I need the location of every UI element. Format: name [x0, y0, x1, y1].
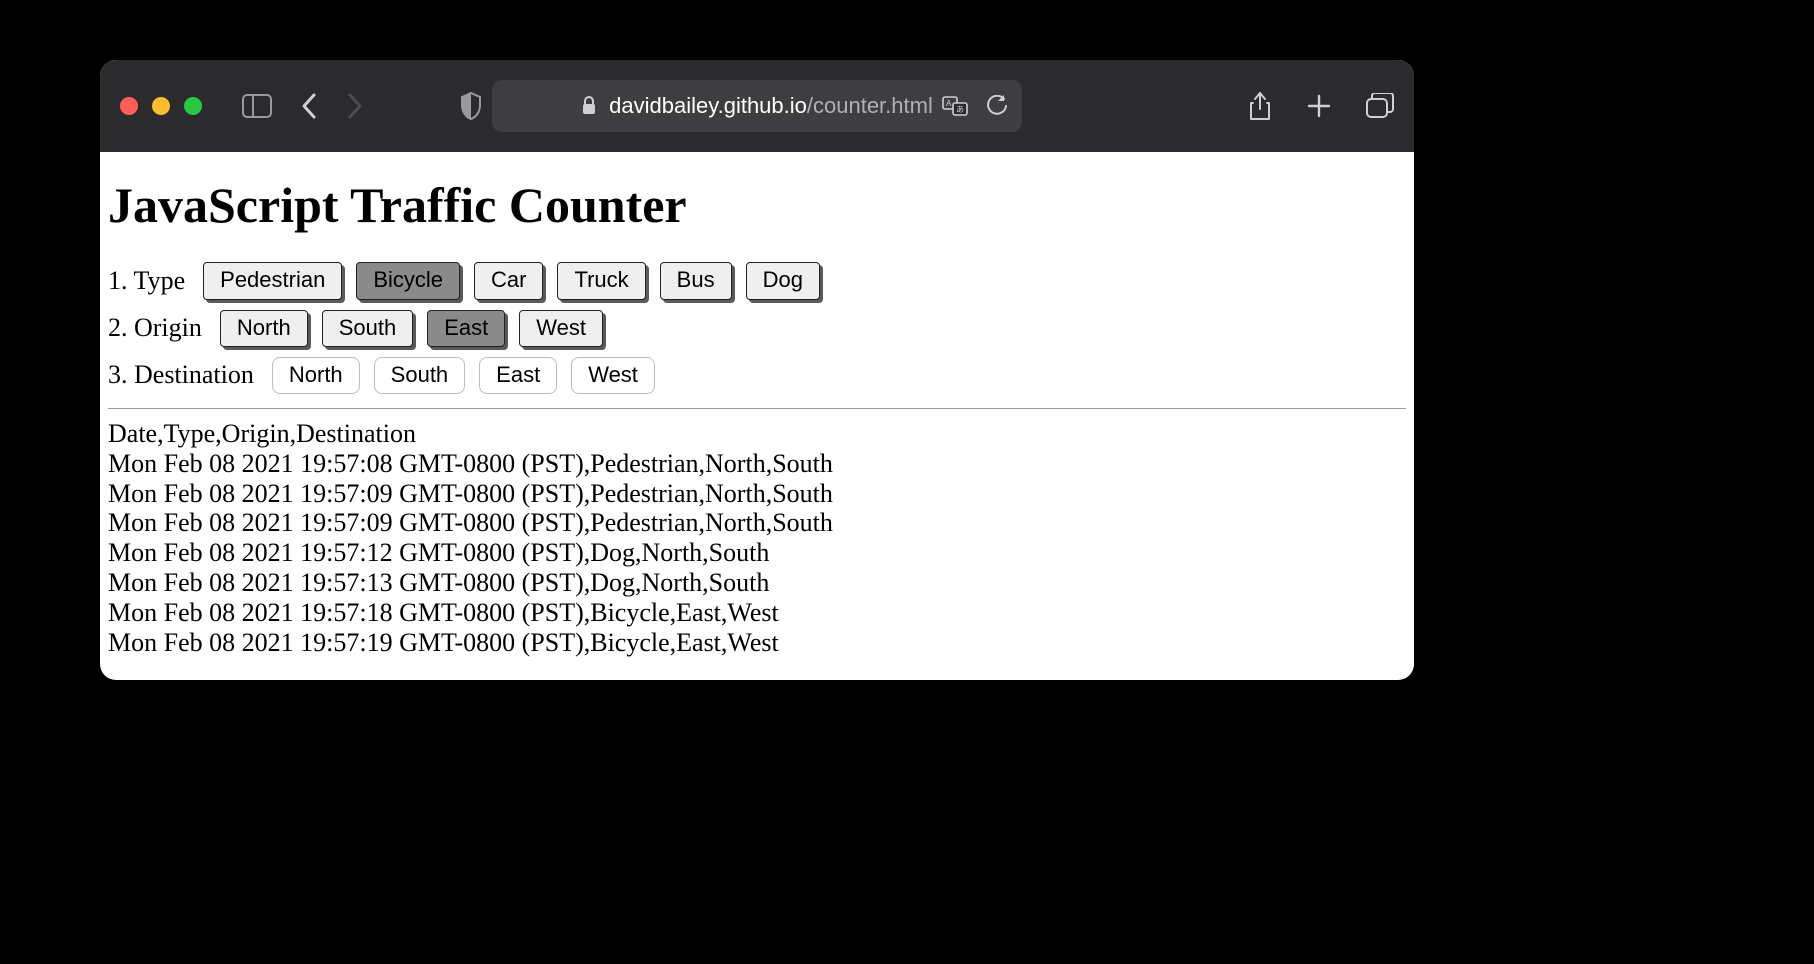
type-option-car[interactable]: Car — [474, 262, 543, 300]
row-origin-label: 2. Origin — [108, 313, 202, 343]
destination-option-north[interactable]: North — [272, 357, 360, 394]
log-entry: Mon Feb 08 2021 19:57:09 GMT-0800 (PST),… — [108, 508, 1406, 538]
minimize-window-button[interactable] — [152, 97, 170, 115]
back-button[interactable] — [300, 92, 318, 120]
log-entry: Mon Feb 08 2021 19:57:12 GMT-0800 (PST),… — [108, 538, 1406, 568]
url-domain: davidbailey.github.io — [609, 93, 807, 118]
log-output: Date,Type,Origin,Destination Mon Feb 08 … — [108, 419, 1406, 658]
type-option-pedestrian[interactable]: Pedestrian — [203, 262, 342, 300]
origin-option-south[interactable]: South — [322, 310, 414, 348]
row-destination: 3. Destination North South East West — [108, 357, 1406, 394]
svg-text:あ: あ — [956, 105, 964, 114]
share-icon[interactable] — [1248, 91, 1272, 121]
destination-option-west[interactable]: West — [571, 357, 655, 394]
destination-option-east[interactable]: East — [479, 357, 557, 394]
browser-titlebar: davidbailey.github.io/counter.html A あ — [100, 60, 1414, 152]
log-header: Date,Type,Origin,Destination — [108, 419, 1406, 449]
log-entry: Mon Feb 08 2021 19:57:08 GMT-0800 (PST),… — [108, 449, 1406, 479]
row-destination-label: 3. Destination — [108, 360, 254, 390]
reload-button[interactable] — [986, 95, 1008, 117]
tab-overview-icon[interactable] — [1366, 93, 1394, 119]
toolbar-right — [1248, 91, 1394, 121]
origin-option-west[interactable]: West — [519, 310, 603, 348]
log-entry: Mon Feb 08 2021 19:57:13 GMT-0800 (PST),… — [108, 568, 1406, 598]
svg-text:A: A — [946, 99, 952, 108]
window-controls — [120, 97, 202, 115]
type-option-bus[interactable]: Bus — [660, 262, 732, 300]
zoom-window-button[interactable] — [184, 97, 202, 115]
divider — [108, 408, 1406, 409]
address-bar[interactable]: davidbailey.github.io/counter.html A あ — [492, 80, 1022, 132]
page-title: JavaScript Traffic Counter — [108, 176, 1406, 234]
type-option-dog[interactable]: Dog — [746, 262, 820, 300]
destination-option-south[interactable]: South — [374, 357, 466, 394]
sidebar-toggle-icon[interactable] — [242, 94, 272, 118]
log-entry: Mon Feb 08 2021 19:57:09 GMT-0800 (PST),… — [108, 479, 1406, 509]
row-type-label: 1. Type — [108, 266, 185, 296]
privacy-shield-icon[interactable] — [460, 92, 482, 120]
type-option-truck[interactable]: Truck — [557, 262, 645, 300]
page-content: JavaScript Traffic Counter 1. Type Pedes… — [100, 152, 1414, 658]
forward-button[interactable] — [346, 92, 364, 120]
close-window-button[interactable] — [120, 97, 138, 115]
url-path: /counter.html — [807, 93, 933, 118]
lock-icon — [581, 96, 597, 116]
row-type: 1. Type Pedestrian Bicycle Car Truck Bus Dog — [108, 262, 1406, 300]
translate-icon[interactable]: A あ — [942, 95, 968, 117]
toolbar-left — [242, 92, 482, 120]
origin-option-north[interactable]: North — [220, 310, 308, 348]
new-tab-icon[interactable] — [1306, 93, 1332, 119]
row-origin: 2. Origin North South East West — [108, 310, 1406, 348]
log-entry: Mon Feb 08 2021 19:57:19 GMT-0800 (PST),… — [108, 628, 1406, 658]
address-bar-text: davidbailey.github.io/counter.html — [609, 93, 933, 119]
log-entry: Mon Feb 08 2021 19:57:18 GMT-0800 (PST),… — [108, 598, 1406, 628]
browser-window: davidbailey.github.io/counter.html A あ — [100, 60, 1414, 680]
type-option-bicycle[interactable]: Bicycle — [356, 262, 460, 300]
origin-option-east[interactable]: East — [427, 310, 505, 348]
